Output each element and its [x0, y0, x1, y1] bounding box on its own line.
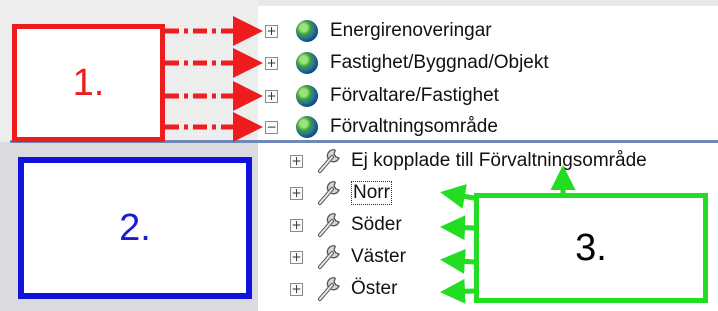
- green-arrow-4: [440, 248, 475, 274]
- callout-arrows: [165, 16, 576, 304]
- green-arrow-3: [440, 215, 475, 241]
- green-arrow-2: [440, 184, 475, 209]
- green-arrow-5: [440, 278, 475, 304]
